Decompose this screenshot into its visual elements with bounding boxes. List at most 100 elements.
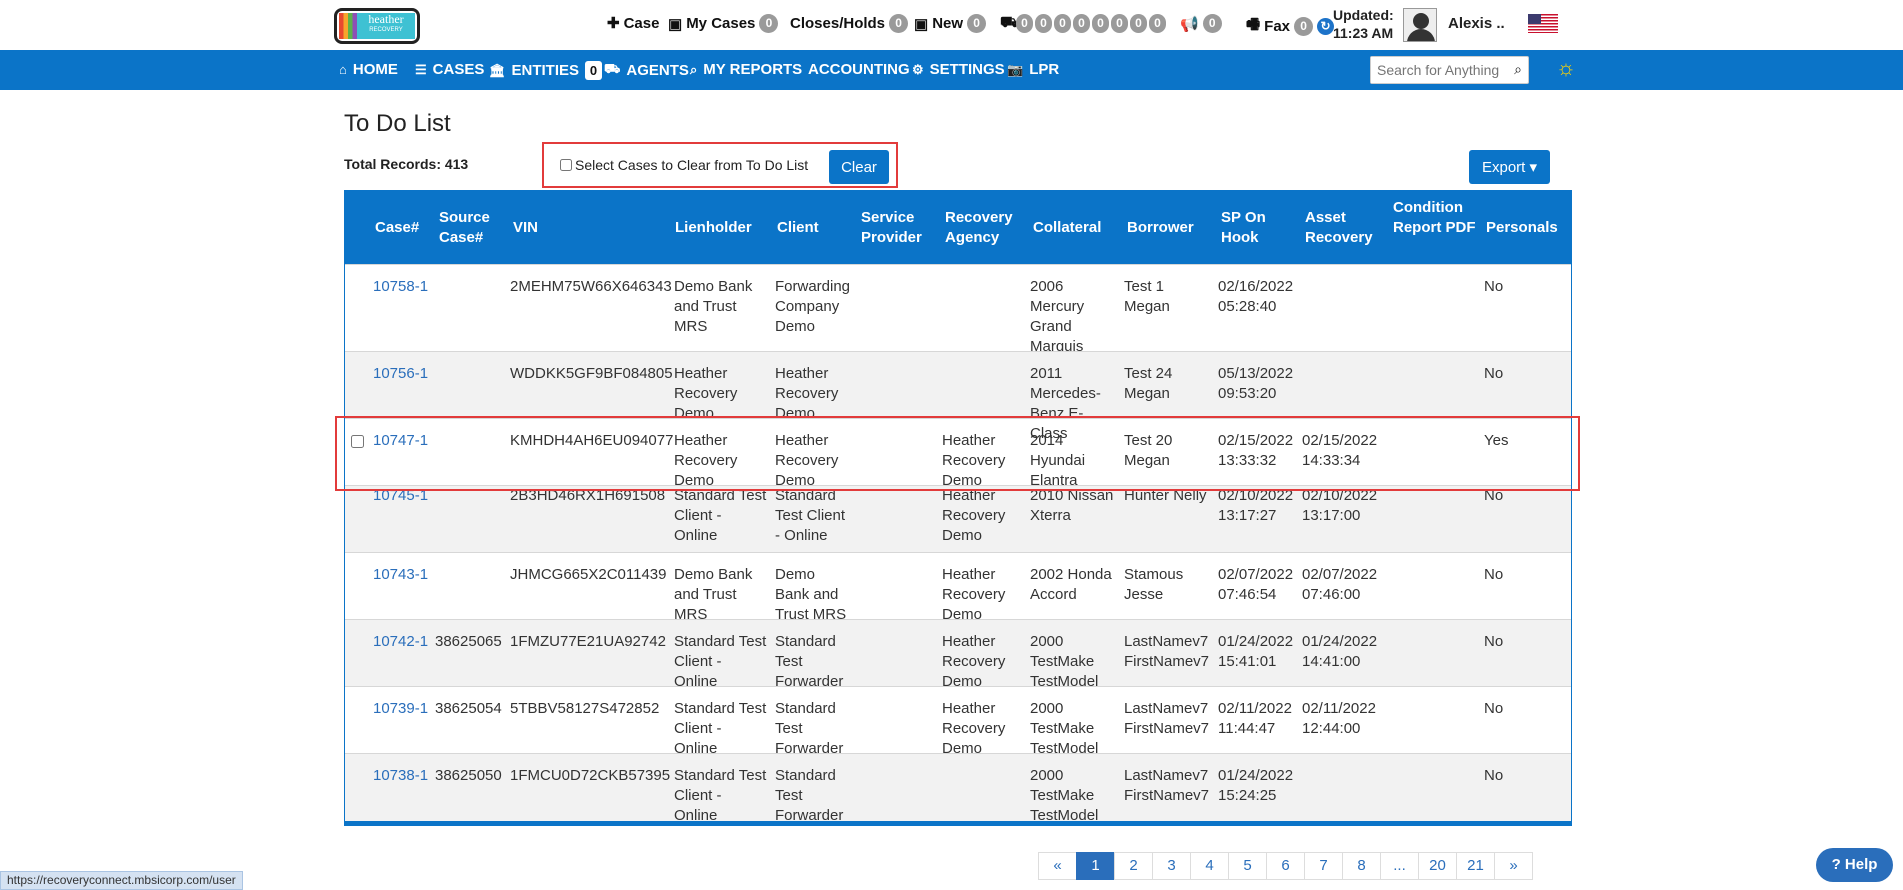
case-link[interactable]: 10747-1: [373, 431, 428, 451]
lienholder-cell: Demo Bank and Trust MRS: [674, 566, 753, 623]
truck-count: 0: [1149, 14, 1166, 33]
search-input[interactable]: [1371, 57, 1505, 83]
closes-holds-label: Closes/Holds: [790, 15, 886, 32]
fax-link[interactable]: 🖷 Fax 0 ↻: [1246, 14, 1335, 39]
logo-subtext: RECOVERY: [369, 27, 403, 33]
col-header-collateral[interactable]: Collateral: [1033, 218, 1101, 238]
col-header-lienholder[interactable]: Lienholder: [675, 218, 752, 238]
borrower-cell: LastNamev7 FirstNamev7: [1124, 767, 1210, 804]
table-row[interactable]: 10758-1 2MEHM75W66X646343 Demo Bank and …: [345, 264, 1571, 355]
table-row[interactable]: 10743-1 JHMCG665X2C011439 Demo Bank and …: [345, 552, 1571, 623]
case-link[interactable]: 10742-1: [373, 632, 428, 652]
col-header-case[interactable]: Case#: [375, 218, 419, 238]
closes-holds-link[interactable]: Closes/Holds 0: [790, 14, 909, 33]
new-case-link[interactable]: ✚ Case: [607, 14, 659, 33]
export-button[interactable]: Export ▾: [1469, 150, 1550, 184]
nav-my-reports-label: MY REPORTS: [703, 61, 803, 78]
sp-on-hook-cell: 02/16/2022 05:28:40: [1218, 278, 1294, 315]
nav-cases[interactable]: ☰ CASES: [415, 61, 484, 78]
page-next[interactable]: »: [1494, 852, 1533, 880]
col-header-personals[interactable]: Personals: [1486, 218, 1558, 238]
search-icon[interactable]: ⌕: [1514, 61, 1522, 78]
page-7[interactable]: 7: [1304, 852, 1343, 880]
collateral-cell: 2010 Nissan Xterra: [1030, 487, 1114, 524]
nav-settings[interactable]: ⚙ SETTINGS: [912, 61, 1005, 78]
my-cases-link[interactable]: ▣ My Cases 0: [668, 14, 779, 33]
case-link[interactable]: 10756-1: [373, 364, 428, 384]
col-header-client[interactable]: Client: [777, 218, 819, 238]
client-cell: Forwarding Company Demo: [775, 278, 851, 335]
col-header-sp-on-hook[interactable]: SP On Hook: [1221, 208, 1281, 248]
col-header-source-case[interactable]: Source Case#: [439, 208, 501, 248]
personals-cell: No: [1484, 767, 1504, 784]
app-logo[interactable]: heather RECOVERY: [334, 8, 420, 44]
col-header-recovery-agency[interactable]: Recovery Agency: [945, 208, 1023, 248]
new-count: 0: [967, 14, 987, 33]
nav-my-reports[interactable]: ⌕ MY REPORTS: [690, 61, 802, 78]
theme-toggle-icon[interactable]: ☼: [1554, 56, 1578, 80]
page-6[interactable]: 6: [1266, 852, 1305, 880]
nav-accounting[interactable]: ACCOUNTING: [808, 61, 910, 78]
case-link[interactable]: 10745-1: [373, 486, 428, 506]
nav-lpr[interactable]: 📷 LPR: [1007, 61, 1059, 78]
nav-entities[interactable]: 🏛 ENTITIES 0: [489, 61, 603, 80]
avatar[interactable]: [1403, 8, 1437, 42]
truck-count: 0: [1035, 14, 1052, 33]
nav-agents[interactable]: ⛟ AGENTS: [604, 61, 689, 79]
col-header-service-provider[interactable]: Service Provider: [861, 208, 933, 248]
col-header-vin[interactable]: VIN: [513, 218, 538, 238]
avatar-body: [1407, 29, 1435, 41]
clear-button[interactable]: Clear: [829, 150, 889, 184]
vin-cell: KMHDH4AH6EU094077: [510, 432, 674, 449]
row-select-checkbox[interactable]: [351, 435, 364, 448]
personals-cell: No: [1484, 566, 1504, 583]
page-8[interactable]: 8: [1342, 852, 1381, 880]
help-button[interactable]: ? Help: [1816, 848, 1893, 882]
client-cell: Standard Test Forwarder: [775, 767, 844, 824]
asset-recovery-cell: 02/10/2022 13:17:00: [1302, 487, 1378, 524]
source-case-cell: 38625065: [435, 633, 502, 650]
new-link[interactable]: ▣ New 0: [914, 14, 987, 33]
select-clear-checkbox[interactable]: [560, 159, 572, 171]
user-name[interactable]: Alexis ..: [1448, 15, 1505, 32]
col-header-borrower[interactable]: Borrower: [1127, 218, 1194, 238]
sp-on-hook-cell: 01/24/2022 15:24:25: [1218, 767, 1294, 804]
truck-count: 0: [1073, 14, 1090, 33]
page-5[interactable]: 5: [1228, 852, 1267, 880]
megaphone-link[interactable]: 📢 0: [1180, 14, 1222, 33]
page-21[interactable]: 21: [1456, 852, 1495, 880]
page-3[interactable]: 3: [1152, 852, 1191, 880]
page-20[interactable]: 20: [1418, 852, 1457, 880]
case-link[interactable]: 10743-1: [373, 565, 428, 585]
sp-on-hook-cell: 02/07/2022 07:46:54: [1218, 566, 1294, 603]
case-link[interactable]: 10758-1: [373, 277, 428, 297]
truck-counts[interactable]: 0 0 0 0 0 0 0 0: [1016, 14, 1166, 33]
col-header-asset-recovery[interactable]: Asset Recovery: [1305, 208, 1381, 248]
fax-label: Fax: [1264, 18, 1291, 35]
case-link[interactable]: 10739-1: [373, 699, 428, 719]
page-4[interactable]: 4: [1190, 852, 1229, 880]
case-link[interactable]: 10738-1: [373, 766, 428, 786]
table-row[interactable]: 10756-1 WDDKK5GF9BF084805 Heather Recove…: [345, 351, 1571, 442]
page-2[interactable]: 2: [1114, 852, 1153, 880]
page-1[interactable]: 1: [1076, 852, 1115, 880]
updated-status: Updated: 11:23 AM: [1333, 6, 1394, 42]
table-row[interactable]: 10742-1 38625065 1FMZU77E21UA92742 Stand…: [345, 619, 1571, 690]
export-label: Export: [1481, 159, 1526, 176]
camera-icon: 📷: [1007, 61, 1024, 77]
refresh-icon[interactable]: ↻: [1317, 18, 1335, 35]
table-row[interactable]: 10747-1 KMHDH4AH6EU094077 Heather Recove…: [345, 418, 1571, 489]
table-row[interactable]: 10745-1 2B3HD46RX1H691508 Standard Test …: [345, 485, 1571, 552]
nav-home[interactable]: ⌂ HOME: [339, 61, 398, 78]
page-prev[interactable]: «: [1038, 852, 1077, 880]
us-flag-icon[interactable]: [1528, 14, 1558, 33]
table-row[interactable]: 10738-1 38625050 1FMCU0D72CKB57395 Stand…: [345, 753, 1571, 821]
nav-home-label: HOME: [352, 61, 398, 78]
source-case-cell: 38625054: [435, 700, 502, 717]
todo-table: Case# Source Case# VIN Lienholder Client…: [344, 190, 1572, 826]
personals-cell: No: [1484, 365, 1504, 382]
select-clear-option[interactable]: Select Cases to Clear from To Do List: [560, 157, 808, 173]
col-header-condition-report[interactable]: Condition Report PDF: [1393, 198, 1477, 238]
table-row[interactable]: 10739-1 38625054 5TBBV58127S472852 Stand…: [345, 686, 1571, 757]
lienholder-cell: Standard Test Client - Online: [674, 767, 767, 824]
